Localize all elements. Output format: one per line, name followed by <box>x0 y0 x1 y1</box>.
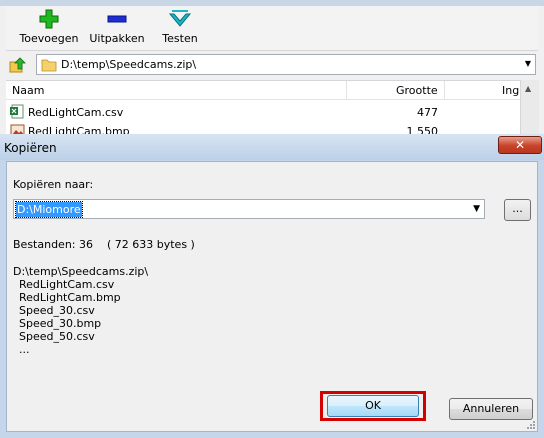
column-header-size[interactable]: Grootte <box>396 84 438 97</box>
resize-grip-icon[interactable] <box>526 420 536 430</box>
test-button[interactable]: Testen <box>154 8 206 48</box>
folder-icon <box>41 58 57 75</box>
spreadsheet-file-icon <box>10 104 25 119</box>
files-summary: Bestanden: 36 ( 72 633 bytes ) <box>13 238 195 251</box>
column-divider <box>346 81 347 99</box>
list-item: RedLightCam.csv <box>19 278 115 291</box>
archive-path: D:\temp\Speedcams.zip\ <box>13 265 149 278</box>
list-item: Speed_30.bmp <box>19 317 102 330</box>
file-name: RedLightCam.csv <box>28 106 124 119</box>
cancel-button[interactable]: Annuleren <box>449 398 533 420</box>
dialog-body: Kopiëren naar: D:\Miomore ▼ ... Bestande… <box>6 161 538 432</box>
file-list: Naam Grootte Ing RedLightCam.csv 477 Red… <box>6 80 520 141</box>
dialog-titlebar[interactable]: Kopiëren ✕ <box>0 134 544 160</box>
minus-icon <box>86 8 148 30</box>
extract-button[interactable]: Uitpakken <box>86 8 148 48</box>
list-item: Speed_50.csv <box>19 330 95 343</box>
vertical-scrollbar[interactable]: ▲ <box>520 80 539 140</box>
column-divider <box>444 81 445 99</box>
list-item[interactable]: RedLightCam.csv 477 <box>6 103 520 121</box>
close-button[interactable]: ✕ <box>498 136 542 154</box>
up-folder-button[interactable] <box>8 55 28 75</box>
file-preview-list: RedLightCam.csv RedLightCam.bmp Speed_30… <box>19 278 121 356</box>
scroll-up-icon[interactable]: ▲ <box>525 84 531 93</box>
up-arrow-icon <box>9 57 26 73</box>
test-label: Testen <box>162 32 198 45</box>
chevron-down-icon[interactable]: ▼ <box>525 59 531 68</box>
chevron-down-icon[interactable]: ▼ <box>473 204 480 214</box>
check-icon <box>154 8 206 30</box>
address-path: D:\temp\Speedcams.zip\ <box>61 58 197 71</box>
copy-dialog: Kopiëren ✕ Kopiëren naar: D:\Miomore ▼ .… <box>0 134 544 438</box>
list-item: RedLightCam.bmp <box>19 291 121 304</box>
list-header: Naam Grootte Ing <box>6 81 520 100</box>
ok-button[interactable]: OK <box>327 395 419 417</box>
extract-label: Uitpakken <box>89 32 145 45</box>
column-header-name[interactable]: Naam <box>12 84 44 97</box>
list-item: Speed_30.csv <box>19 304 95 317</box>
add-button[interactable]: Toevoegen <box>18 8 80 48</box>
destination-value[interactable]: D:\Miomore <box>15 201 83 218</box>
plus-icon <box>18 8 80 30</box>
address-bar: D:\temp\Speedcams.zip\ ▼ <box>6 53 538 77</box>
list-item: ... <box>19 343 30 356</box>
copy-to-label: Kopiëren naar: <box>13 178 94 191</box>
file-size: 477 <box>417 106 438 119</box>
address-combo[interactable]: D:\temp\Speedcams.zip\ ▼ <box>36 54 536 75</box>
browse-button[interactable]: ... <box>504 199 531 221</box>
dialog-title: Kopiëren <box>4 141 57 155</box>
column-header-packed[interactable]: Ing <box>502 84 519 97</box>
ok-highlight-frame: OK <box>320 391 426 421</box>
toolbar: Toevoegen Uitpakken Testen <box>6 6 538 51</box>
close-icon: ✕ <box>514 138 526 152</box>
add-label: Toevoegen <box>19 32 79 45</box>
destination-combo[interactable]: D:\Miomore ▼ <box>13 199 485 219</box>
